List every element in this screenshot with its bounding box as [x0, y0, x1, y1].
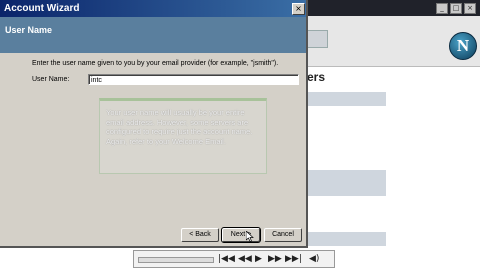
play-icon[interactable]: ▶ — [255, 254, 262, 264]
minimize-button[interactable]: _ — [436, 3, 448, 14]
seek-slider[interactable] — [138, 257, 214, 263]
help-tooltip: Your user name will usually be your enti… — [99, 98, 267, 174]
cancel-button[interactable]: Cancel — [264, 228, 302, 242]
background-band — [306, 92, 386, 106]
section-header-band: User Name — [0, 17, 306, 53]
fast-forward-icon[interactable]: ▶▶ — [268, 254, 282, 264]
dialog-title-bar[interactable]: Account Wizard × — [0, 0, 306, 17]
next-button[interactable]: Next > — [221, 227, 261, 243]
instruction-text: Enter the user name given to you by your… — [32, 60, 279, 67]
close-button[interactable]: × — [292, 3, 305, 15]
skip-forward-icon[interactable]: ▶▶| — [285, 254, 302, 264]
window-close-button[interactable]: × — [464, 3, 476, 14]
dialog-title: Account Wizard — [4, 3, 80, 14]
netscape-logo: N — [449, 32, 477, 60]
background-heading: ers — [307, 70, 326, 84]
section-title: User Name — [5, 25, 53, 35]
background-band — [306, 232, 386, 246]
mail-icon[interactable] — [306, 30, 328, 48]
maximize-button[interactable]: □ — [450, 3, 462, 14]
tooltip-text: Your user name will usually be your enti… — [106, 108, 253, 146]
volume-icon[interactable]: ◀) — [309, 254, 319, 264]
back-button[interactable]: < Back — [181, 228, 219, 242]
media-player-bar: |◀◀ ◀◀ ▶ ▶▶ ▶▶| ◀) — [133, 250, 335, 268]
user-name-label: User Name: — [32, 76, 70, 83]
mouse-pointer-icon — [246, 231, 254, 242]
skip-back-icon[interactable]: |◀◀ — [218, 254, 235, 264]
user-name-input[interactable]: intc — [88, 74, 299, 85]
background-band — [306, 170, 386, 196]
rewind-icon[interactable]: ◀◀ — [238, 254, 252, 264]
